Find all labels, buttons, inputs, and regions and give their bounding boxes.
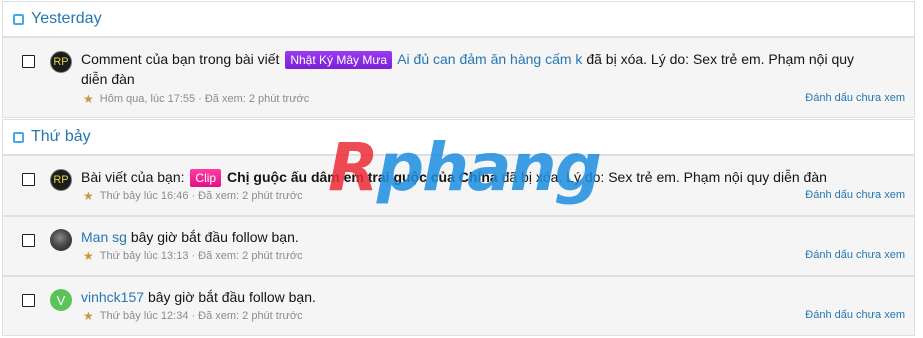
avatar[interactable]: RP [50, 51, 72, 73]
alert-meta: ★ Thứ bảy lúc 13:13 · Đã xem: 2 phút trư… [83, 249, 303, 263]
section-select-checkbox[interactable] [13, 131, 24, 143]
thread-link[interactable]: Chị guộc ấu dâm em trai guộc của China [227, 169, 498, 185]
alert-checkbox[interactable] [22, 294, 35, 307]
thread-link[interactable]: Ai đủ can đảm ăn hàng cấm k [397, 51, 582, 67]
section-select-checkbox[interactable] [13, 13, 24, 25]
alert-text: vinhck157 bây giờ bắt đầu follow bạn. [81, 287, 884, 307]
star-icon[interactable]: ★ [83, 92, 94, 106]
user-link[interactable]: vinhck157 [81, 289, 144, 305]
alert-viewed: Đã xem: 2 phút trước [204, 93, 310, 105]
section-header-yesterday[interactable]: Yesterday [2, 1, 915, 37]
avatar[interactable]: RP [50, 169, 72, 191]
user-link[interactable]: Man sg [81, 229, 127, 245]
alert-checkbox[interactable] [22, 234, 35, 247]
alert-item: V vinhck157 bây giờ bắt đầu follow bạn. … [2, 276, 915, 336]
meta-separator: · [191, 190, 196, 202]
avatar[interactable] [50, 229, 72, 251]
star-icon[interactable]: ★ [83, 309, 94, 323]
alert-meta: ★ Thứ bảy lúc 16:46 · Đã xem: 2 phút trư… [83, 189, 303, 203]
alert-checkbox[interactable] [22, 55, 35, 68]
alert-meta: ★ Hôm qua, lúc 17:55 · Đã xem: 2 phút tr… [83, 92, 309, 106]
avatar[interactable]: V [50, 289, 72, 311]
alert-suffix: đã bị xóa. Lý do: Sex trẻ em. Phạm nội q… [501, 169, 827, 185]
alert-time: Thứ bảy lúc 16:46 [99, 190, 189, 202]
mark-unread-link[interactable]: Đánh dấu chưa xem [805, 249, 905, 261]
alert-time: Thứ bảy lúc 12:34 [99, 310, 189, 322]
alert-item: RP Bài viết của bạn: Clip Chị guộc ấu dâ… [2, 155, 915, 216]
section-header-saturday[interactable]: Thứ bảy [2, 119, 915, 155]
mark-unread-link[interactable]: Đánh dấu chưa xem [805, 92, 905, 104]
alert-checkbox[interactable] [22, 173, 35, 186]
alert-viewed: Đã xem: 2 phút trước [198, 250, 303, 262]
alert-item: Man sg bây giờ bắt đầu follow bạn. ★ Thứ… [2, 216, 915, 276]
meta-separator: · [198, 93, 202, 105]
alert-viewed: Đã xem: 2 phút trước [198, 310, 303, 322]
alert-text: Comment của bạn trong bài viết Nhật Ký M… [81, 49, 884, 89]
alert-meta: ★ Thứ bảy lúc 12:34 · Đã xem: 2 phút trư… [83, 309, 303, 323]
alert-item: RP Comment của bạn trong bài viết Nhật K… [2, 37, 915, 118]
alert-text: Bài viết của bạn: Clip Chị guộc ấu dâm e… [81, 167, 884, 187]
alert-action: bây giờ bắt đầu follow bạn. [147, 289, 316, 305]
alert-action: bây giờ bắt đầu follow bạn. [130, 229, 299, 245]
mark-unread-link[interactable]: Đánh dấu chưa xem [805, 189, 905, 201]
alert-time: Thứ bảy lúc 13:13 [99, 250, 189, 262]
meta-separator: · [191, 250, 196, 262]
thread-prefix-label[interactable]: Clip [190, 169, 222, 187]
star-icon[interactable]: ★ [83, 249, 94, 263]
thread-prefix-label[interactable]: Nhật Ký Mây Mưa [285, 51, 393, 69]
meta-separator: · [191, 310, 196, 322]
alert-viewed: Đã xem: 2 phút trước [198, 190, 303, 202]
mark-unread-link[interactable]: Đánh dấu chưa xem [805, 309, 905, 321]
alert-prefix: Comment của bạn trong bài viết [81, 51, 280, 67]
alert-time: Hôm qua, lúc 17:55 [99, 93, 196, 105]
star-icon[interactable]: ★ [83, 189, 94, 203]
section-title: Yesterday [31, 10, 102, 27]
alert-text: Man sg bây giờ bắt đầu follow bạn. [81, 227, 884, 247]
section-title: Thứ bảy [31, 128, 91, 145]
alert-prefix: Bài viết của bạn: [81, 169, 185, 185]
